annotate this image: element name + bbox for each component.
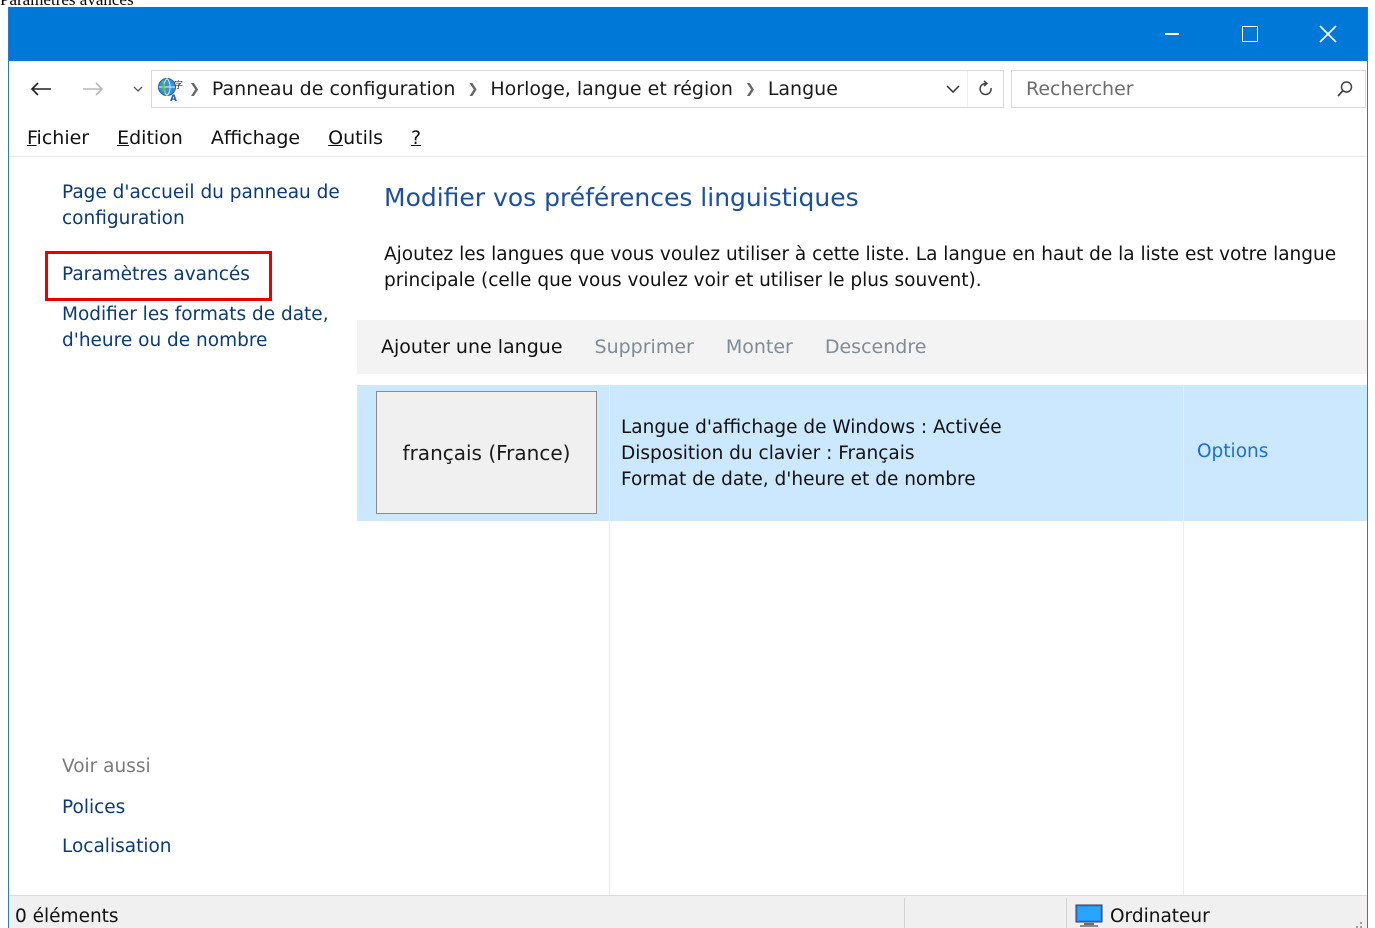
breadcrumb-separator-icon: ❯	[744, 81, 756, 97]
breadcrumb: ❯ Panneau de configuration ❯ Horloge, la…	[185, 78, 939, 100]
add-language-button[interactable]: Ajouter une langue	[381, 336, 563, 358]
chevron-down-icon	[133, 86, 143, 92]
change-formats-link[interactable]: Modifier les formats de date, d'heure ou…	[62, 302, 329, 354]
address-bar[interactable]: A 字 ❯ Panneau de configuration ❯ Horloge…	[151, 70, 1004, 108]
language-details: Langue d'affichage de Windows : Activée …	[621, 415, 1002, 493]
maximize-icon	[1242, 26, 1258, 42]
refresh-button[interactable]	[967, 71, 1003, 107]
svg-text:字: 字	[174, 79, 183, 91]
search-placeholder: Rechercher	[1026, 78, 1134, 100]
minimize-icon	[1165, 33, 1179, 35]
search-icon[interactable]	[1325, 71, 1365, 107]
breadcrumb-separator-icon: ❯	[467, 81, 479, 97]
maximize-button[interactable]	[1211, 7, 1289, 61]
breadcrumb-control-panel[interactable]: Panneau de configuration	[212, 78, 456, 100]
language-row-selected[interactable]: français (France) Langue d'affichage de …	[357, 385, 1367, 521]
breadcrumb-clock-language-region[interactable]: Horloge, langue et région	[490, 78, 733, 100]
back-arrow-icon	[30, 82, 51, 96]
status-divider	[1066, 898, 1067, 928]
menu-bar: Fichier Edition Affichage Outils ?	[9, 119, 1367, 157]
fonts-link[interactable]: Polices	[62, 795, 125, 821]
task-pane: Page d'accueil du panneau de configurati…	[9, 158, 354, 894]
svg-text:A: A	[170, 94, 177, 102]
column-divider	[1183, 385, 1184, 895]
resize-grip-icon[interactable]	[1353, 919, 1363, 928]
menu-fichier[interactable]: Fichier	[27, 127, 89, 149]
refresh-icon	[978, 80, 992, 96]
see-also-heading: Voir aussi	[62, 756, 151, 777]
language-tile[interactable]: français (France)	[376, 391, 597, 514]
close-icon	[1319, 25, 1337, 43]
menu-help[interactable]: ?	[411, 127, 421, 149]
title-bar	[9, 7, 1367, 61]
page-title: Modifier vos préférences linguistiques	[384, 183, 859, 212]
recent-locations-button[interactable]	[127, 75, 149, 103]
computer-icon	[1075, 904, 1103, 927]
navigation-row: A 字 ❯ Panneau de configuration ❯ Horloge…	[9, 61, 1367, 119]
advanced-settings-link[interactable]: Paramètres avancés	[62, 262, 250, 288]
search-input[interactable]: Rechercher	[1011, 70, 1366, 108]
language-globe-icon: A 字	[155, 74, 185, 104]
keyboard-layout-status: Disposition du clavier : Français	[621, 443, 915, 464]
security-zone: Ordinateur	[1075, 904, 1210, 928]
address-dropdown-button[interactable]	[939, 71, 967, 107]
menu-affichage[interactable]: Affichage	[211, 127, 300, 149]
remove-language-button[interactable]: Supprimer	[595, 336, 694, 358]
item-count: 0 éléments	[15, 906, 119, 927]
language-list: français (France) Langue d'affichage de …	[357, 385, 1367, 895]
language-options-link[interactable]: Options	[1197, 441, 1268, 462]
page-description: Ajoutez les langues que vous voulez util…	[384, 244, 1337, 291]
menu-outils[interactable]: Outils	[328, 127, 383, 149]
forward-button[interactable]	[75, 75, 111, 103]
move-up-button[interactable]: Monter	[726, 336, 793, 358]
chevron-down-icon	[946, 85, 960, 93]
breadcrumb-separator-icon: ❯	[189, 81, 200, 97]
back-button[interactable]	[23, 75, 59, 103]
status-bar: 0 éléments Ordinateur	[9, 895, 1367, 928]
display-language-status: Langue d'affichage de Windows : Activée	[621, 417, 1002, 438]
column-divider	[609, 385, 610, 895]
minimize-button[interactable]	[1133, 7, 1211, 61]
control-panel-window: A 字 ❯ Panneau de configuration ❯ Horloge…	[8, 7, 1368, 928]
format-status: Format de date, d'heure et de nombre	[621, 469, 976, 490]
close-button[interactable]	[1289, 7, 1367, 61]
forward-arrow-icon	[83, 82, 104, 96]
location-link[interactable]: Localisation	[62, 834, 172, 860]
language-toolbar: Ajouter une langue Supprimer Monter Desc…	[357, 320, 1367, 374]
move-down-button[interactable]: Descendre	[825, 336, 927, 358]
breadcrumb-language[interactable]: Langue	[768, 78, 838, 100]
menu-edition[interactable]: Edition	[117, 127, 183, 149]
status-divider	[904, 898, 905, 928]
control-panel-home-link[interactable]: Page d'accueil du panneau de configurati…	[62, 180, 340, 232]
